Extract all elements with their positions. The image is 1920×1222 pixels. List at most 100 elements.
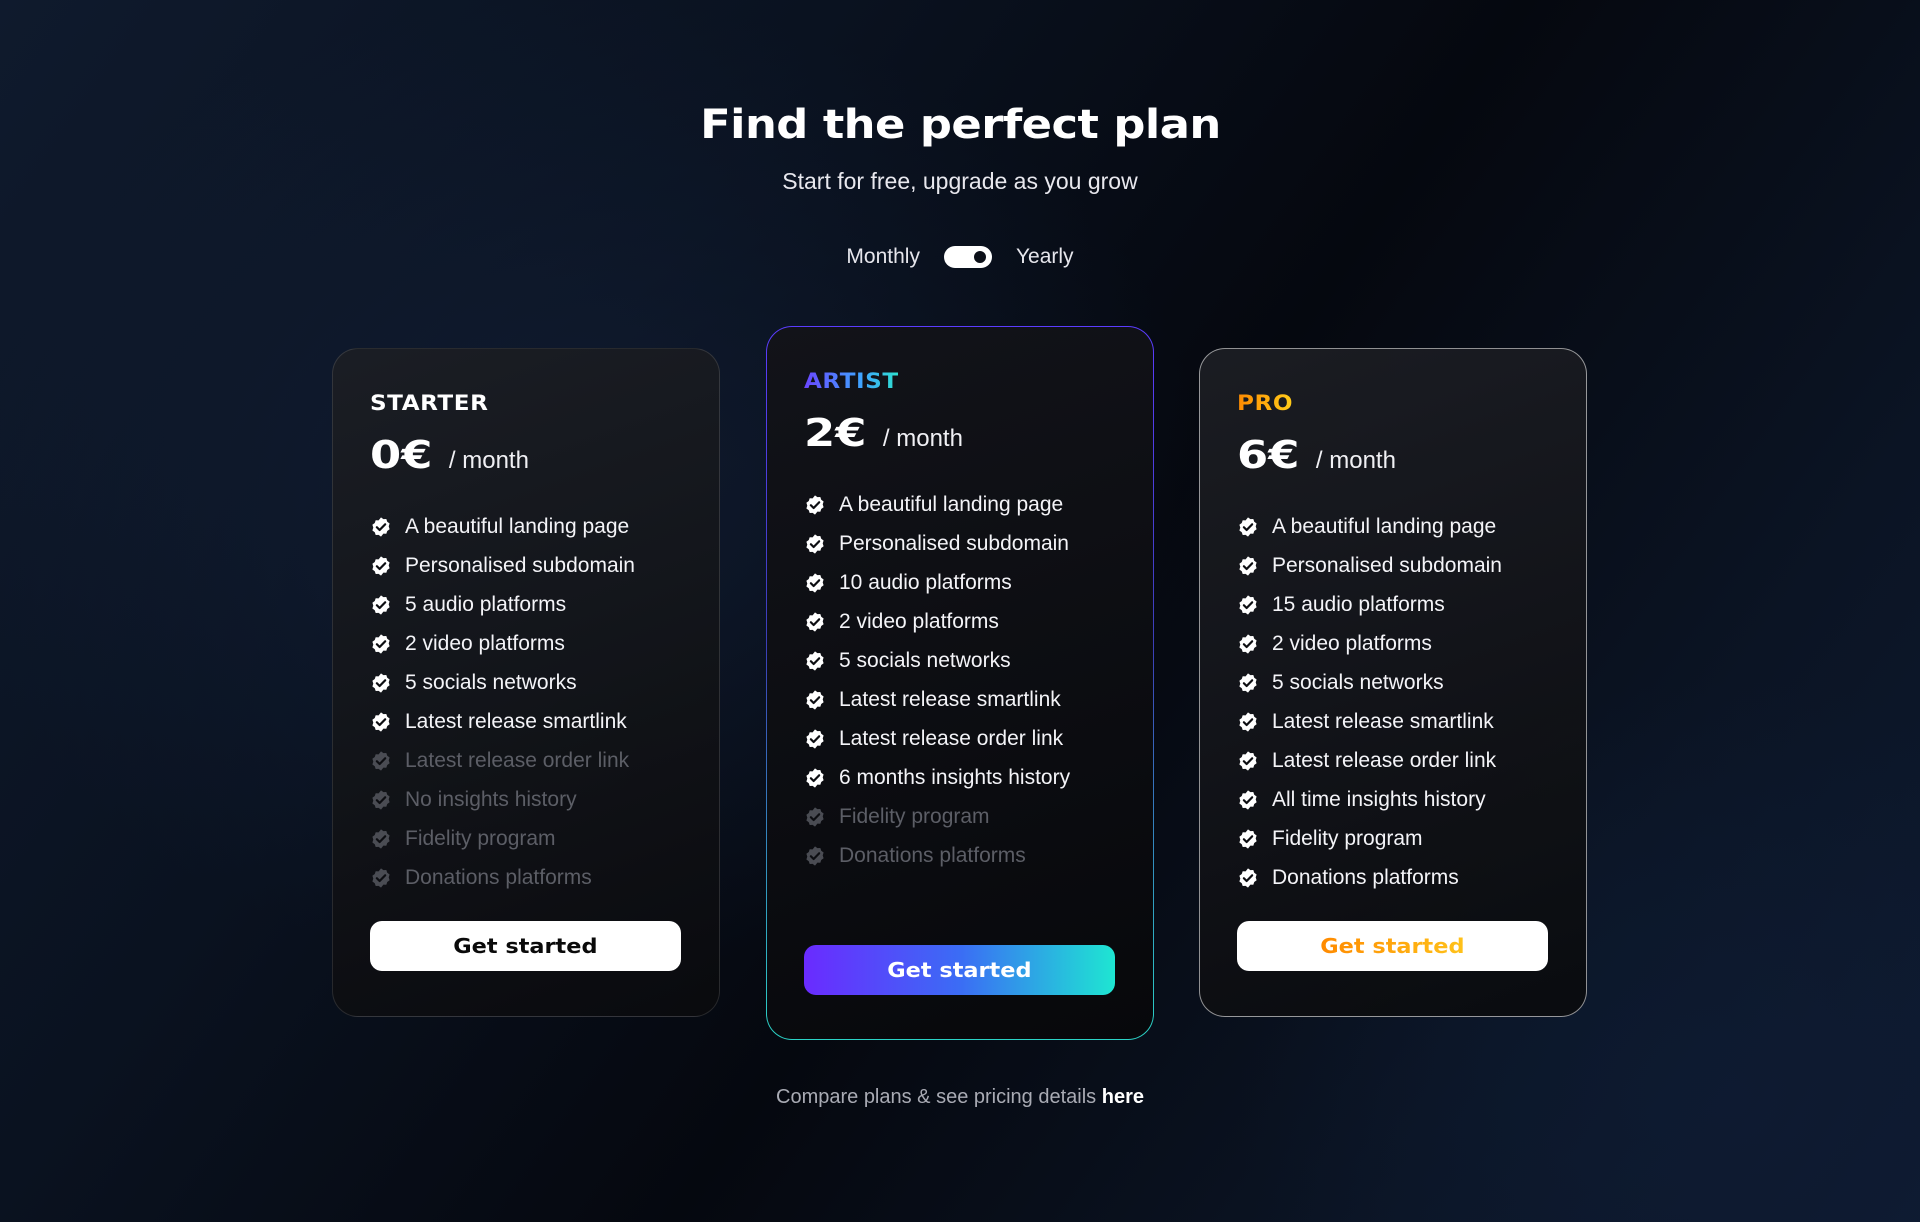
check-circle-icon <box>1237 711 1259 733</box>
feature-item: Fidelity program <box>370 819 682 858</box>
plan-price: 6€ <box>1237 433 1300 477</box>
compare-plans-link[interactable]: here <box>1102 1086 1144 1108</box>
feature-label: 5 audio platforms <box>405 592 567 616</box>
feature-item: 15 audio platforms <box>1237 585 1549 624</box>
yearly-label[interactable]: Yearly <box>1016 245 1074 269</box>
feature-item: Latest release order link <box>804 719 1116 758</box>
check-circle-icon <box>804 845 826 867</box>
check-circle-icon <box>1237 750 1259 772</box>
feature-label: Personalised subdomain <box>405 553 635 577</box>
feature-label: 10 audio platforms <box>839 570 1012 594</box>
toggle-knob <box>971 249 988 265</box>
page-subtitle: Start for free, upgrade as you grow <box>782 168 1138 194</box>
get-started-button-artist[interactable]: Get started <box>804 945 1115 995</box>
check-circle-icon <box>804 611 826 633</box>
feature-item: 6 months insights history <box>804 758 1116 797</box>
price-row: 2€ / month <box>804 411 1116 455</box>
feature-label: A beautiful landing page <box>405 514 630 538</box>
feature-item: 10 audio platforms <box>804 563 1116 602</box>
feature-item: Latest release smartlink <box>370 702 682 741</box>
get-started-button-starter[interactable]: Get started <box>370 921 681 971</box>
billing-period-toggle[interactable] <box>943 246 992 268</box>
get-started-button-pro[interactable]: Get started <box>1237 921 1548 971</box>
feature-label: 5 socials networks <box>405 670 577 694</box>
feature-list: A beautiful landing page Personalised sub… <box>370 507 682 897</box>
feature-item: A beautiful landing page <box>804 485 1116 524</box>
page-header: Find the perfect plan Start for free, up… <box>0 102 1920 195</box>
feature-label: Fidelity program <box>839 804 990 828</box>
plan-card-pro: PRO 6€ / month A beautiful landing page P… <box>1199 348 1587 1017</box>
feature-label: 15 audio platforms <box>1272 592 1445 616</box>
check-circle-icon <box>804 689 826 711</box>
check-circle-icon <box>804 806 826 828</box>
feature-label: Latest release smartlink <box>839 687 1061 711</box>
plan-price: 0€ <box>370 433 433 477</box>
check-circle-icon <box>804 767 826 789</box>
plan-card-artist: ARTIST 2€ / month A beautiful landing pa… <box>766 326 1154 1040</box>
check-circle-icon <box>804 533 826 555</box>
feature-item: No insights history <box>370 780 682 819</box>
feature-label: 5 socials networks <box>1272 670 1444 694</box>
price-row: 6€ / month <box>1237 433 1549 477</box>
feature-item: Fidelity program <box>804 797 1116 836</box>
feature-item: 5 audio platforms <box>370 585 682 624</box>
feature-item: A beautiful landing page <box>370 507 682 546</box>
feature-label: Latest release order link <box>405 748 630 772</box>
footer-text: Compare plans & see pricing details <box>776 1086 1097 1108</box>
plan-name: STARTER <box>370 391 489 415</box>
check-circle-icon <box>1237 633 1259 655</box>
feature-label: No insights history <box>405 787 577 811</box>
feature-item: Latest release order link <box>370 741 682 780</box>
check-circle-icon <box>370 672 392 694</box>
feature-item: Latest release smartlink <box>1237 702 1549 741</box>
monthly-label[interactable]: Monthly <box>846 245 920 269</box>
check-circle-icon <box>370 516 392 538</box>
check-circle-icon <box>370 867 392 889</box>
feature-list: A beautiful landing page Personalised sub… <box>804 485 1116 875</box>
plan-name: PRO <box>1237 391 1294 415</box>
check-circle-icon <box>1237 555 1259 577</box>
feature-label: Latest release order link <box>839 726 1064 750</box>
feature-label: 6 months insights history <box>839 765 1071 789</box>
feature-label: Fidelity program <box>405 826 556 850</box>
compare-plans-footer: Compare plans & see pricing details here <box>0 1086 1920 1109</box>
feature-label: Latest release order link <box>1272 748 1497 772</box>
check-circle-icon <box>1237 828 1259 850</box>
feature-item: A beautiful landing page <box>1237 507 1549 546</box>
feature-label: 5 socials networks <box>839 648 1011 672</box>
feature-item: Personalised subdomain <box>1237 546 1549 585</box>
plan-period: / month <box>882 425 963 452</box>
check-circle-icon <box>804 572 826 594</box>
feature-item: Donations platforms <box>804 836 1116 875</box>
feature-item: Fidelity program <box>1237 819 1549 858</box>
check-circle-icon <box>804 728 826 750</box>
plan-price: 2€ <box>804 411 867 455</box>
plan-name: ARTIST <box>804 369 899 393</box>
check-circle-icon <box>1237 867 1259 889</box>
feature-label: Personalised subdomain <box>1272 553 1502 577</box>
price-row: 0€ / month <box>370 433 682 477</box>
feature-label: Fidelity program <box>1272 826 1423 850</box>
feature-item: Donations platforms <box>370 858 682 897</box>
feature-item: Personalised subdomain <box>804 524 1116 563</box>
feature-item: Donations platforms <box>1237 858 1549 897</box>
feature-item: 2 video platforms <box>370 624 682 663</box>
feature-label: Latest release smartlink <box>1272 709 1494 733</box>
feature-label: 2 video platforms <box>839 609 999 633</box>
button-label: Get started <box>1320 934 1465 958</box>
plan-period: / month <box>1315 447 1396 474</box>
feature-label: A beautiful landing page <box>839 492 1064 516</box>
check-circle-icon <box>370 555 392 577</box>
feature-item: 5 socials networks <box>804 641 1116 680</box>
plan-period: / month <box>448 447 529 474</box>
check-circle-icon <box>370 789 392 811</box>
feature-label: 2 video platforms <box>1272 631 1432 655</box>
check-circle-icon <box>370 594 392 616</box>
check-circle-icon <box>1237 594 1259 616</box>
check-circle-icon <box>370 750 392 772</box>
feature-label: A beautiful landing page <box>1272 514 1497 538</box>
feature-item: Latest release order link <box>1237 741 1549 780</box>
check-circle-icon <box>1237 516 1259 538</box>
feature-label: Donations platforms <box>1272 865 1459 889</box>
feature-item: 5 socials networks <box>370 663 682 702</box>
